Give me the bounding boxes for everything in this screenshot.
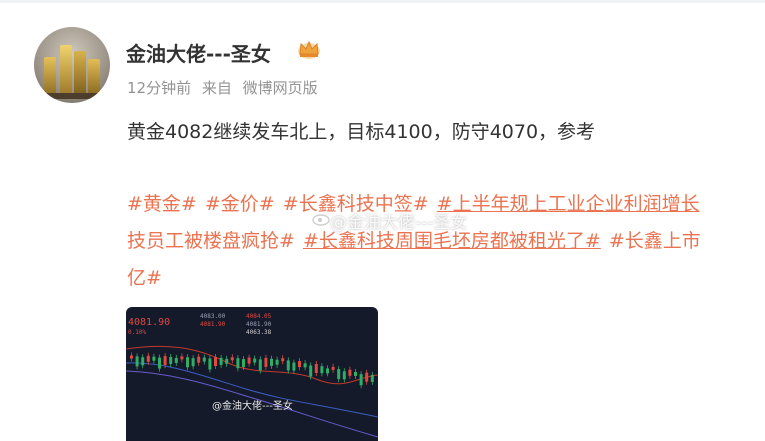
source-prefix: 来自 bbox=[201, 79, 232, 97]
topic-link-gold[interactable]: #黄金# bbox=[127, 193, 197, 215]
topic-link-rental-housing[interactable]: #长鑫科技周围毛坯房都被租光了# bbox=[303, 230, 601, 252]
trophy-image bbox=[74, 51, 86, 97]
topic-link-industrial-profit[interactable]: #上半年规上工业企业利润增长 bbox=[437, 193, 700, 215]
weibo-post-card: 金油大佬---圣女 12分钟前 来自 微博网页版 黄金4082继续发车北上，目标… bbox=[0, 0, 765, 441]
topic-link-gold-price[interactable]: #金价# bbox=[205, 193, 275, 215]
topic-list: #黄金# #金价# #长鑫科技中签# #上半年规上工业企业利润增长 技员工被楼盘… bbox=[127, 186, 765, 297]
post-text: 黄金4082继续发车北上，目标4100，防守4070，参考 bbox=[127, 121, 596, 143]
kline-chart bbox=[126, 345, 378, 438]
avatar[interactable] bbox=[34, 27, 110, 103]
image-watermark: @金油大佬---圣女 bbox=[330, 213, 468, 233]
shelf-image bbox=[40, 93, 104, 99]
username-link[interactable]: 金油大佬---圣女 bbox=[126, 38, 271, 67]
weibo-logo-icon bbox=[312, 214, 330, 226]
trophy-image bbox=[60, 45, 72, 97]
post-time-link[interactable]: 12分钟前 bbox=[127, 79, 191, 97]
topic-link-staff-housing[interactable]: 技员工被楼盘疯抢# bbox=[127, 230, 295, 252]
post-source: 微博网页版 bbox=[242, 79, 318, 97]
topic-line: 亿# bbox=[127, 260, 765, 297]
topic-link-continued[interactable]: 亿# bbox=[127, 267, 162, 289]
post-meta: 12分钟前 来自 微博网页版 bbox=[127, 77, 324, 98]
trophy-image bbox=[44, 57, 56, 97]
crown-badge-icon[interactable] bbox=[297, 38, 321, 60]
top-divider bbox=[0, 0, 765, 3]
chart-watermark: @金油大佬---圣女 bbox=[212, 401, 293, 412]
chart-image[interactable]: 4081.90 0.10% 4083.00 4084.05 4081.90 40… bbox=[126, 307, 378, 441]
trophy-image bbox=[88, 59, 100, 97]
topic-link-cxmt-listing[interactable]: #长鑫上市 bbox=[609, 230, 701, 252]
